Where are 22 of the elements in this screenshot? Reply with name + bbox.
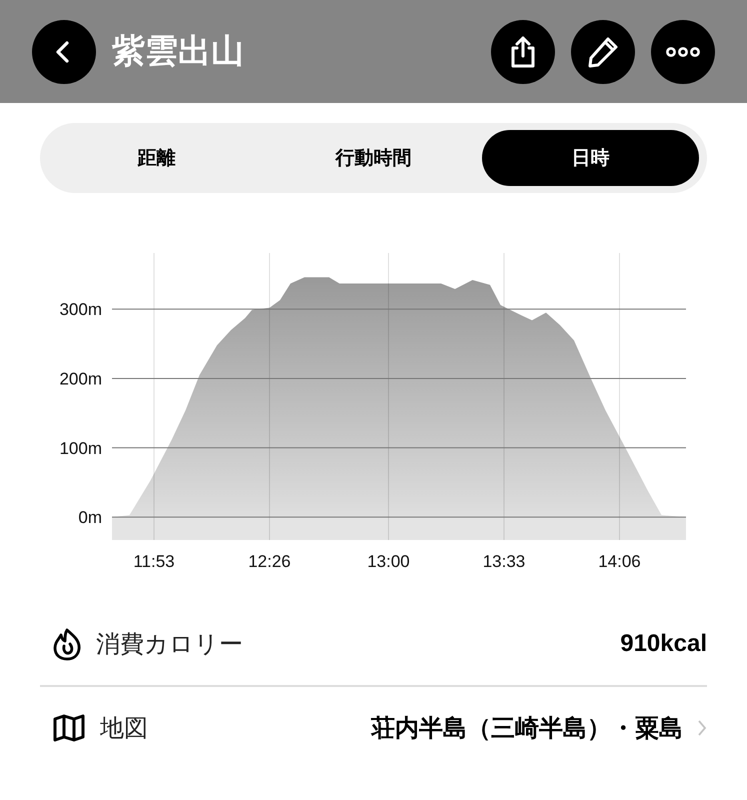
- time-tick-label: 13:33: [482, 552, 526, 571]
- stat-label: 地図: [100, 713, 148, 744]
- page-title: 紫雲出山: [112, 30, 244, 72]
- pencil-icon: [586, 34, 620, 68]
- stat-label: 消費カロリー: [96, 629, 243, 660]
- time-tick-label: 13:00: [367, 552, 410, 571]
- stat-value: 荘内半島（三崎半島）・粟島: [371, 714, 683, 744]
- segment-tab[interactable]: 日時: [482, 130, 699, 186]
- time-tick-label: 12:26: [248, 552, 291, 571]
- stat-value: 910kcal: [620, 630, 707, 658]
- elevation-tick-label: 200m: [59, 369, 102, 388]
- time-tick-label: 11:53: [133, 552, 175, 571]
- flame-icon: [52, 627, 82, 661]
- elevation-tick-label: 0m: [78, 508, 102, 528]
- elevation-tick-label: 300m: [59, 300, 102, 320]
- elevation-tick-label: 100m: [59, 438, 102, 458]
- more-icon: [666, 46, 700, 58]
- segment-tab[interactable]: 行動時間: [265, 130, 482, 186]
- chevron-icon: [697, 719, 707, 737]
- time-tick-label: 14:06: [598, 552, 641, 571]
- map-icon: [52, 713, 86, 743]
- segment-tab[interactable]: 距離: [48, 130, 265, 186]
